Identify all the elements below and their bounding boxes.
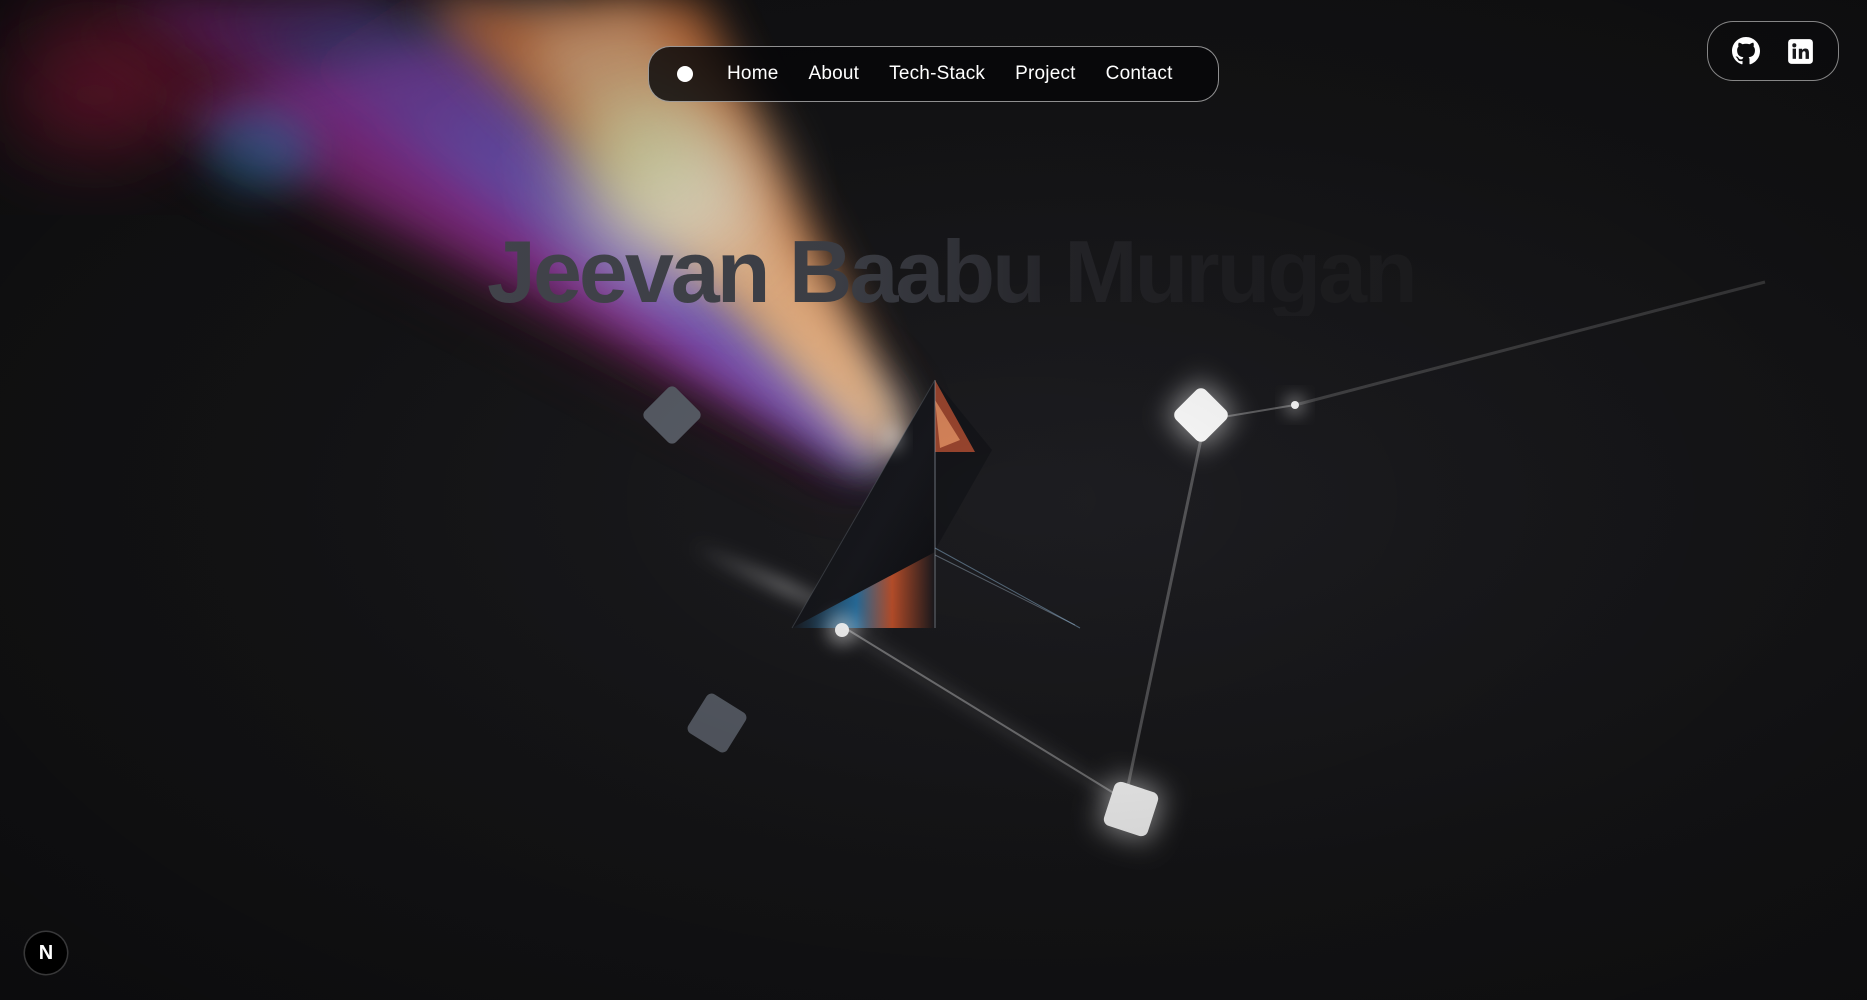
hero-stage: Jeevan Baabu Murugan Home About Tech-Sta… [0, 0, 1867, 1000]
github-link[interactable] [1731, 36, 1761, 66]
linkedin-link[interactable] [1785, 36, 1815, 66]
nav-tech-stack-link[interactable]: Tech-Stack [889, 63, 985, 85]
nav-project-link[interactable]: Project [1015, 63, 1076, 85]
nextjs-letter: N [38, 941, 54, 964]
nextjs-icon[interactable]: N [25, 932, 67, 974]
github-icon [1732, 37, 1760, 65]
linkedin-icon [1787, 38, 1813, 64]
social-links [1707, 21, 1839, 81]
prism-scene [0, 0, 1867, 1000]
hero-name: Jeevan Baabu Murugan [487, 222, 1418, 321]
nav-about-link[interactable]: About [808, 63, 859, 85]
main-nav: Home About Tech-Stack Project Contact [648, 46, 1219, 102]
nav-home-link[interactable]: Home [727, 63, 778, 85]
nav-logo-dot[interactable] [677, 66, 693, 82]
nav-contact-link[interactable]: Contact [1106, 63, 1173, 85]
